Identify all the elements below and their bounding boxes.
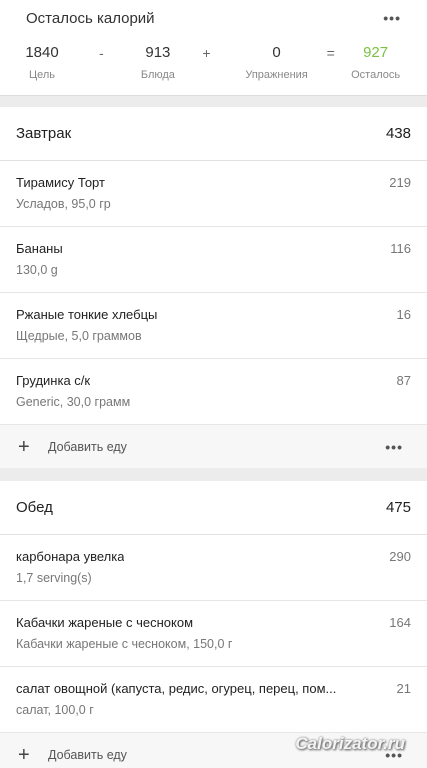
meal-name: Обед <box>16 499 53 516</box>
food-calories: 87 <box>396 373 411 388</box>
food-calories: 290 <box>389 549 411 564</box>
food-calories: 116 <box>390 241 411 256</box>
remaining-value: 927 <box>363 44 389 61</box>
goal-value: 1840 <box>25 44 59 61</box>
summary-header: Осталось калорий ••• <box>0 8 427 28</box>
food-description: Generic, 30,0 грамм <box>16 395 131 409</box>
plus-icon: + <box>18 743 30 766</box>
meal-total: 475 <box>385 499 411 516</box>
remaining-column: 927 Осталось <box>338 42 413 81</box>
meal-breakfast: Завтрак 438 Тирамису Торт Усладов, 95,0 … <box>0 107 427 468</box>
food-item[interactable]: Кабачки жареные с чесноком Кабачки жарен… <box>0 601 427 667</box>
food-item[interactable]: карбонара увелка 1,7 serving(s) 290 <box>0 535 427 601</box>
food-name: Кабачки жареные с чесноком <box>16 615 194 630</box>
plus-icon: + <box>18 435 30 458</box>
add-food-button[interactable]: + Добавить еду <box>18 437 127 457</box>
food-name: салат овощной (капуста, редис, огурец, п… <box>16 681 337 696</box>
food-calories: 164 <box>389 615 411 630</box>
meal-header[interactable]: Обед 475 <box>0 481 427 535</box>
food-column: 913 Блюда <box>133 42 183 81</box>
goal-label: Цель <box>29 69 56 81</box>
food-description: Усладов, 95,0 гр <box>16 197 111 211</box>
exercise-value: 0 <box>272 44 281 61</box>
food-item[interactable]: Ржаные тонкие хлебцы Щедрые, 5,0 граммов… <box>0 293 427 359</box>
meal-lunch: Обед 475 карбонара увелка 1,7 serving(s)… <box>0 481 427 768</box>
food-name: карбонара увелка <box>16 549 125 564</box>
meal-total: 438 <box>385 125 411 142</box>
meal-name: Завтрак <box>16 125 72 142</box>
food-value: 913 <box>145 44 171 61</box>
summary-more-icon[interactable]: ••• <box>383 10 401 26</box>
food-item[interactable]: Тирамису Торт Усладов, 95,0 гр 219 <box>0 161 427 227</box>
calories-remaining-card: Осталось калорий ••• 1840 Цель - 913 Блю… <box>0 0 427 96</box>
calorie-equation: 1840 Цель - 913 Блюда + 0 Упражнения = 9… <box>0 42 427 81</box>
remaining-label: Осталось <box>351 69 401 81</box>
food-calories: 219 <box>389 175 411 190</box>
exercise-column: 0 Упражнения <box>230 42 323 81</box>
food-label: Блюда <box>140 69 175 81</box>
more-dots-icon[interactable]: ••• <box>385 439 403 455</box>
minus-sign: - <box>99 45 104 61</box>
watermark: Calorizator.ru <box>295 734 405 753</box>
summary-title: Осталось калорий <box>26 9 155 27</box>
add-food-row: + Добавить еду ••• <box>0 425 427 468</box>
food-item[interactable]: салат овощной (капуста, редис, огурец, п… <box>0 667 427 733</box>
add-food-label: Добавить еду <box>48 747 127 762</box>
food-name: Бананы <box>16 241 63 256</box>
food-name: Грудинка с/к <box>16 373 91 388</box>
meal-header[interactable]: Завтрак 438 <box>0 107 427 161</box>
food-item[interactable]: Бананы 130,0 g 116 <box>0 227 427 293</box>
food-description: 1,7 serving(s) <box>16 571 92 585</box>
goal-column: 1840 Цель <box>14 42 70 81</box>
exercise-label: Упражнения <box>245 69 308 81</box>
food-item[interactable]: Грудинка с/к Generic, 30,0 грамм 87 <box>0 359 427 425</box>
add-food-label: Добавить еду <box>48 439 127 454</box>
food-description: Щедрые, 5,0 граммов <box>16 329 142 343</box>
food-name: Тирамису Торт <box>16 175 105 190</box>
food-description: салат, 100,0 г <box>16 703 94 717</box>
food-calories: 21 <box>396 681 411 696</box>
food-description: 130,0 g <box>16 263 58 277</box>
plus-sign: + <box>202 45 211 61</box>
food-description: Кабачки жареные с чесноком, 150,0 г <box>16 637 233 651</box>
add-food-button[interactable]: + Добавить еду <box>18 745 127 765</box>
equals-sign: = <box>326 45 335 61</box>
food-name: Ржаные тонкие хлебцы <box>16 307 158 322</box>
food-calories: 16 <box>396 307 411 322</box>
